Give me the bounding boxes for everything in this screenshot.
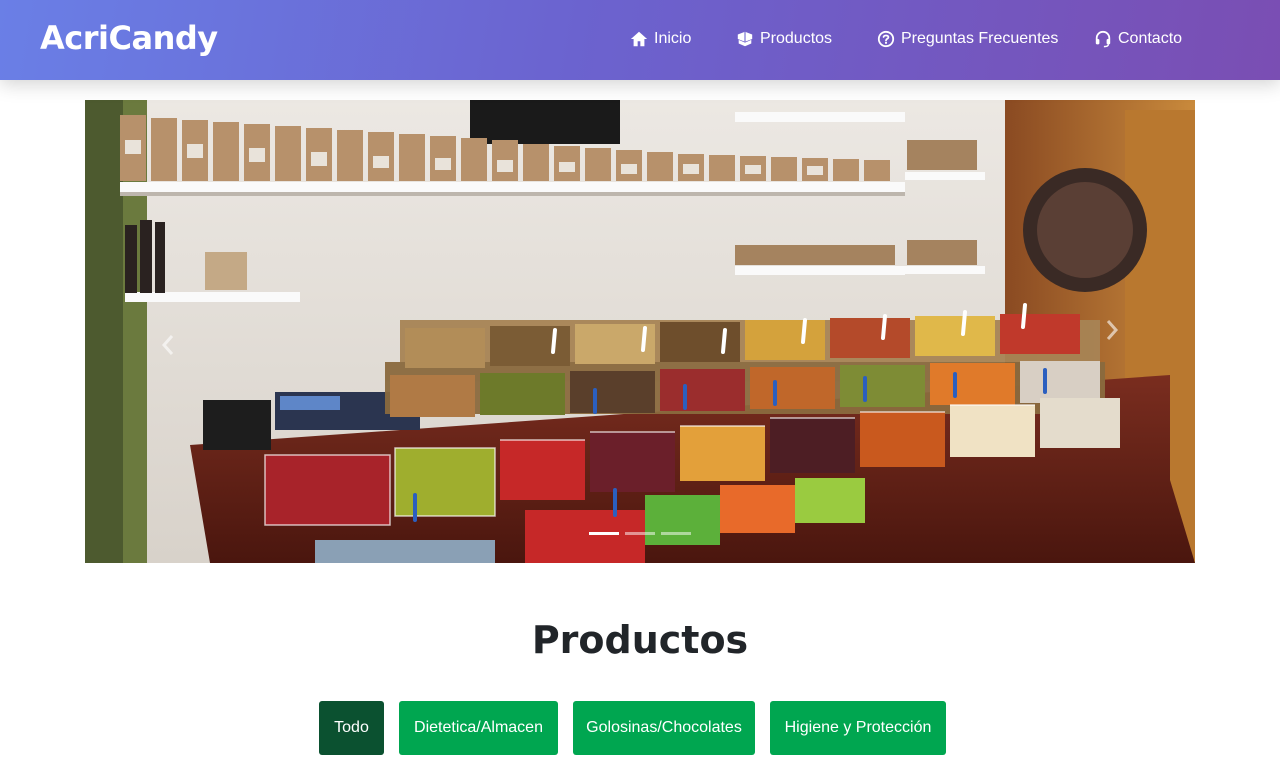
nav-item-productos[interactable]: Productos bbox=[736, 30, 832, 48]
nav-item-label: Preguntas Frecuentes bbox=[901, 30, 1059, 47]
products-title: Productos bbox=[531, 618, 749, 662]
boxes-icon bbox=[736, 30, 754, 48]
chevron-right-icon bbox=[1104, 319, 1120, 341]
product-filters: Todo Dietetica/Almacen Golosinas/Chocola… bbox=[0, 701, 1280, 755]
carousel-prev-button[interactable] bbox=[153, 315, 183, 375]
filter-button-todo[interactable]: Todo bbox=[319, 701, 384, 755]
nav-item-label: Inicio bbox=[654, 30, 692, 47]
filter-button-higiene[interactable]: Higiene y Protección bbox=[770, 701, 946, 755]
nav-item-inicio[interactable]: Inicio bbox=[630, 30, 691, 48]
nav-item-label: Contacto bbox=[1118, 30, 1183, 47]
chevron-left-icon bbox=[160, 334, 176, 356]
nav-item-contacto[interactable]: Contacto bbox=[1094, 30, 1182, 48]
nav-item-faq[interactable]: Preguntas Frecuentes bbox=[877, 30, 1058, 48]
carousel-indicator-3[interactable] bbox=[661, 532, 691, 535]
store-photo bbox=[85, 100, 1195, 563]
carousel-indicator-1[interactable] bbox=[589, 532, 619, 535]
hero-carousel bbox=[85, 100, 1195, 563]
headset-icon bbox=[1094, 30, 1112, 48]
nav-item-label: Productos bbox=[760, 30, 833, 47]
navbar: AcriCandy Inicio Productos Preguntas Fre… bbox=[0, 0, 1280, 80]
carousel-next-button[interactable] bbox=[1097, 300, 1127, 360]
filter-button-golosinas[interactable]: Golosinas/Chocolates bbox=[573, 701, 755, 755]
home-icon bbox=[630, 30, 648, 48]
nav-menu: Inicio Productos Preguntas Frecuentes Co… bbox=[0, 30, 1280, 52]
filter-button-dietetica[interactable]: Dietetica/Almacen bbox=[399, 701, 558, 755]
carousel-indicator-2[interactable] bbox=[625, 532, 655, 535]
carousel-indicators bbox=[85, 532, 1195, 538]
question-circle-icon bbox=[877, 30, 895, 48]
